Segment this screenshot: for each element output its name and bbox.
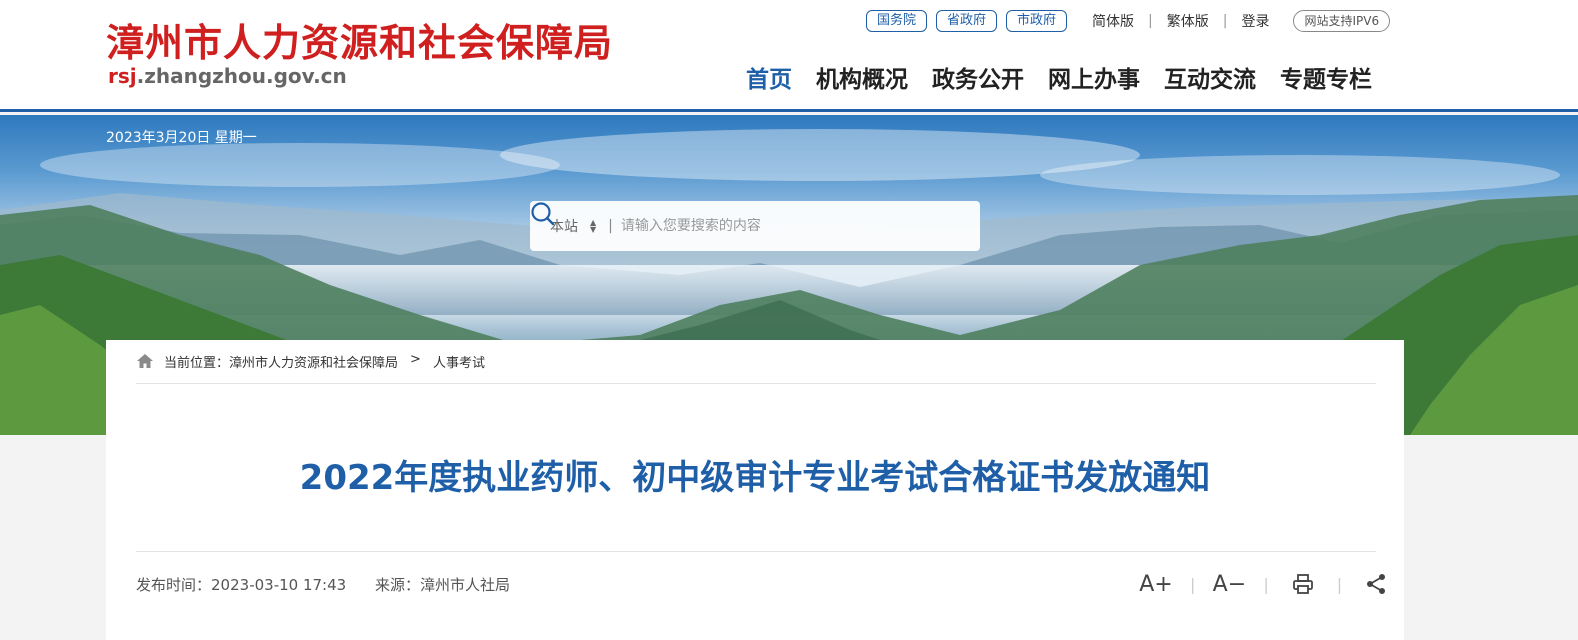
title-divider xyxy=(136,551,1376,552)
publish-time: 2023-03-10 17:43 xyxy=(211,576,347,594)
link-city-gov[interactable]: 市政府 xyxy=(1006,10,1068,32)
font-larger-button[interactable]: A+ xyxy=(1136,566,1176,602)
site-url-prefix: rsj xyxy=(108,64,137,88)
page: 漳州市人力资源和社会保障局 rsj.zhangzhou.gov.cn 国务院 省… xyxy=(0,0,1578,640)
site-name[interactable]: 漳州市人力资源和社会保障局 xyxy=(106,12,613,67)
search-divider: | xyxy=(608,218,613,234)
source-info: 来源：漳州市人社局 xyxy=(375,576,510,594)
home-icon xyxy=(137,354,153,368)
site-url-rest: .zhangzhou.gov.cn xyxy=(136,64,347,88)
traditional-link[interactable]: 繁体版 xyxy=(1167,11,1209,31)
article-title: 2022年度执业药师、初中级审计专业考试合格证书发放通知 xyxy=(299,458,1211,498)
print-icon xyxy=(1292,574,1313,594)
main-nav: 首页 机构概况 政务公开 网上办事 互动交流 专题专栏 xyxy=(746,60,1372,94)
nav-organization[interactable]: 机构概况 xyxy=(816,60,908,94)
link-state-council[interactable]: 国务院 xyxy=(866,10,928,32)
breadcrumb: 当前位置： 漳州市人力资源和社会保障局 > 人事考试 xyxy=(136,352,1376,384)
print-button[interactable] xyxy=(1283,566,1323,602)
updown-arrows-icon[interactable]: ▲ ▼ xyxy=(590,219,596,234)
font-smaller-button[interactable]: A− xyxy=(1209,566,1249,602)
share-button[interactable] xyxy=(1356,566,1396,602)
article-meta: 发布时间：2023-03-10 17:43 来源：漳州市人社局 xyxy=(136,574,510,595)
site-header: 漳州市人力资源和社会保障局 rsj.zhangzhou.gov.cn 国务院 省… xyxy=(0,0,1578,112)
divider: | xyxy=(1148,13,1153,29)
divider: | xyxy=(1336,574,1343,594)
search-box: 本站 ▲ ▼ | xyxy=(530,201,980,251)
source-label: 来源： xyxy=(374,576,420,594)
simplified-link[interactable]: 简体版 xyxy=(1092,11,1134,31)
publish-label: 发布时间： xyxy=(136,576,212,594)
source-value: 漳州市人社局 xyxy=(419,576,510,594)
search-input[interactable] xyxy=(620,218,911,234)
article-card: 当前位置： 漳州市人力资源和社会保障局 > 人事考试 2022年度执业药师、初中… xyxy=(106,340,1404,640)
breadcrumb-label: 当前位置： xyxy=(164,356,230,371)
link-province-gov[interactable]: 省政府 xyxy=(936,10,998,32)
divider: | xyxy=(1222,13,1228,29)
nav-online-services[interactable]: 网上办事 xyxy=(1048,60,1140,94)
publish-info: 发布时间：2023-03-10 17:43 xyxy=(136,576,346,594)
site-url: rsj.zhangzhou.gov.cn xyxy=(108,64,347,88)
divider: | xyxy=(1263,574,1269,594)
search-icon[interactable] xyxy=(530,201,556,227)
article-tools: A+ | A− | | xyxy=(1136,566,1396,602)
current-date: 2023年3月20日 星期一 xyxy=(106,130,257,146)
top-links: 国务院 省政府 市政府 简体版 | 繁体版 | 登录 网站支持IPV6 xyxy=(866,10,1391,32)
breadcrumb-separator: > xyxy=(410,352,421,367)
share-icon xyxy=(1367,574,1386,594)
divider: | xyxy=(1190,574,1196,594)
login-link[interactable]: 登录 xyxy=(1241,11,1269,31)
nav-interaction[interactable]: 互动交流 xyxy=(1164,60,1256,94)
nav-special-topics[interactable]: 专题专栏 xyxy=(1280,60,1372,94)
breadcrumb-item-exam[interactable]: 人事考试 xyxy=(433,352,485,371)
breadcrumb-item-home[interactable]: 漳州市人力资源和社会保障局 xyxy=(229,352,398,371)
ipv6-badge: 网站支持IPV6 xyxy=(1293,10,1391,32)
nav-gov-affairs[interactable]: 政务公开 xyxy=(932,60,1024,94)
nav-home[interactable]: 首页 xyxy=(746,60,792,94)
